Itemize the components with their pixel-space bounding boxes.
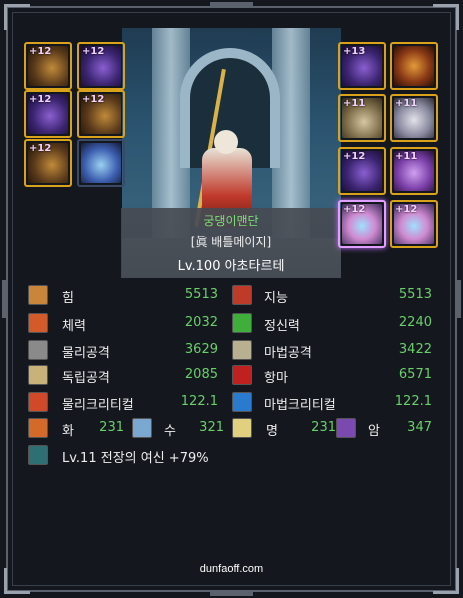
stat-value: 3422	[398, 342, 432, 357]
character-head	[214, 130, 238, 154]
stat-value: 3629	[184, 342, 218, 357]
stat-row: 물리크리티컬 122.1 마법크리티컬 122.1	[24, 390, 439, 414]
stat-value: 2085	[184, 367, 218, 382]
enhance-level: +13	[343, 46, 366, 57]
character-level-name: Lv.100 아초타르테	[177, 259, 285, 274]
stat-row: 물리공격 3629 마법공격 3422	[24, 338, 439, 362]
independent-attack-icon	[28, 365, 48, 385]
element-label: 암	[368, 424, 380, 439]
element-value: 231	[311, 420, 336, 435]
equipment-slot-shoulder[interactable]: +12	[24, 90, 72, 138]
enhance-level: +12	[29, 94, 52, 105]
stat-value: 122.1	[394, 394, 432, 409]
buff-label: Lv.11 전장의 여신 +79%	[62, 451, 209, 466]
frame-notch	[210, 591, 253, 596]
equipment-slot-necklace[interactable]: +11	[390, 94, 438, 142]
stat-label: 마법공격	[264, 346, 312, 361]
title-icon	[394, 46, 434, 86]
anti-magic-icon	[232, 365, 252, 385]
element-value: 321	[199, 420, 224, 435]
stat-value: 5513	[398, 287, 432, 302]
buff-row: Lv.11 전장의 여신 +79%	[24, 443, 439, 467]
stat-row: 체력 2032 정신력 2240	[24, 311, 439, 335]
stat-value: 2032	[184, 315, 218, 330]
character-panel: 궁댕이맨단 [眞 배틀메이지] Lv.100 아초타르테 +12 +12 +12…	[0, 0, 463, 598]
enhance-level: +12	[395, 204, 418, 215]
physical-critical-icon	[28, 392, 48, 412]
stat-label: 체력	[62, 319, 86, 334]
stat-value: 5513	[184, 287, 218, 302]
frame-corner	[433, 4, 459, 30]
stat-label: 지능	[264, 291, 288, 306]
equipment-slot-creature[interactable]: +12	[77, 42, 125, 90]
enhance-level: +11	[395, 151, 418, 162]
magic-attack-icon	[232, 340, 252, 360]
stat-label: 물리크리티컬	[62, 398, 134, 413]
enhance-level: +12	[82, 46, 105, 57]
equipment-slot-ring[interactable]: +11	[338, 94, 386, 142]
site-footer: dunfaoff.com	[199, 563, 264, 575]
guild-name: 궁댕이맨단	[203, 214, 259, 228]
magic-critical-icon	[232, 392, 252, 412]
buff-icon	[28, 445, 48, 465]
equipment-slot-support[interactable]: +11	[390, 147, 438, 195]
vitality-icon	[28, 313, 48, 333]
stat-value: 122.1	[180, 394, 218, 409]
job-name: [眞 배틀메이지]	[190, 235, 272, 249]
spirit-icon	[232, 313, 252, 333]
frame-corner	[4, 4, 30, 30]
frame-notch	[2, 280, 7, 318]
enhance-level: +12	[343, 151, 366, 162]
pet-icon	[81, 143, 121, 183]
equipment-slot-boots[interactable]: +12	[24, 139, 72, 187]
equipment-slot-weapon[interactable]: +13	[338, 42, 386, 90]
element-label: 명	[266, 424, 278, 439]
frame-notch	[210, 2, 253, 7]
stat-label: 힘	[62, 291, 74, 306]
equipment-slot-magic-stone[interactable]: +12	[338, 200, 386, 248]
frame-notch	[456, 280, 461, 318]
dark-icon	[336, 418, 356, 438]
equipment-slot-bracelet[interactable]: +12	[338, 147, 386, 195]
strength-icon	[28, 285, 48, 305]
element-label: 수	[164, 424, 176, 439]
water-icon	[132, 418, 152, 438]
stat-value: 6571	[398, 367, 432, 382]
enhance-level: +12	[29, 46, 52, 57]
element-row: 화 231 수 321 명 231 암 347	[24, 416, 439, 440]
equipment-slot-chest[interactable]: +12	[77, 90, 125, 138]
element-value: 347	[407, 420, 432, 435]
stat-label: 정신력	[264, 319, 300, 334]
enhance-level: +12	[82, 94, 105, 105]
stat-label: 독립공격	[62, 371, 110, 386]
light-icon	[232, 418, 252, 438]
equipment-slot-earring[interactable]: +12	[390, 200, 438, 248]
fire-icon	[28, 418, 48, 438]
element-value: 231	[99, 420, 124, 435]
stat-row: 독립공격 2085 항마 6571	[24, 363, 439, 387]
stat-label: 항마	[264, 371, 288, 386]
enhance-level: +11	[395, 98, 418, 109]
enhance-level: +12	[29, 143, 52, 154]
stat-value: 2240	[398, 315, 432, 330]
enhance-level: +11	[343, 98, 366, 109]
stat-label: 마법크리티컬	[264, 398, 336, 413]
enhance-level: +12	[343, 204, 366, 215]
element-label: 화	[62, 424, 74, 439]
equipment-slot-pet[interactable]	[77, 139, 125, 187]
stat-label: 물리공격	[62, 346, 110, 361]
character-name-box: 궁댕이맨단 [眞 배틀메이지] Lv.100 아초타르테	[121, 208, 341, 278]
intelligence-icon	[232, 285, 252, 305]
sword-icon	[28, 340, 48, 360]
stat-row: 힘 5513 지능 5513	[24, 283, 439, 307]
equipment-slot-title[interactable]	[390, 42, 438, 90]
equipment-slot-gauntlet[interactable]: +12	[24, 42, 72, 90]
